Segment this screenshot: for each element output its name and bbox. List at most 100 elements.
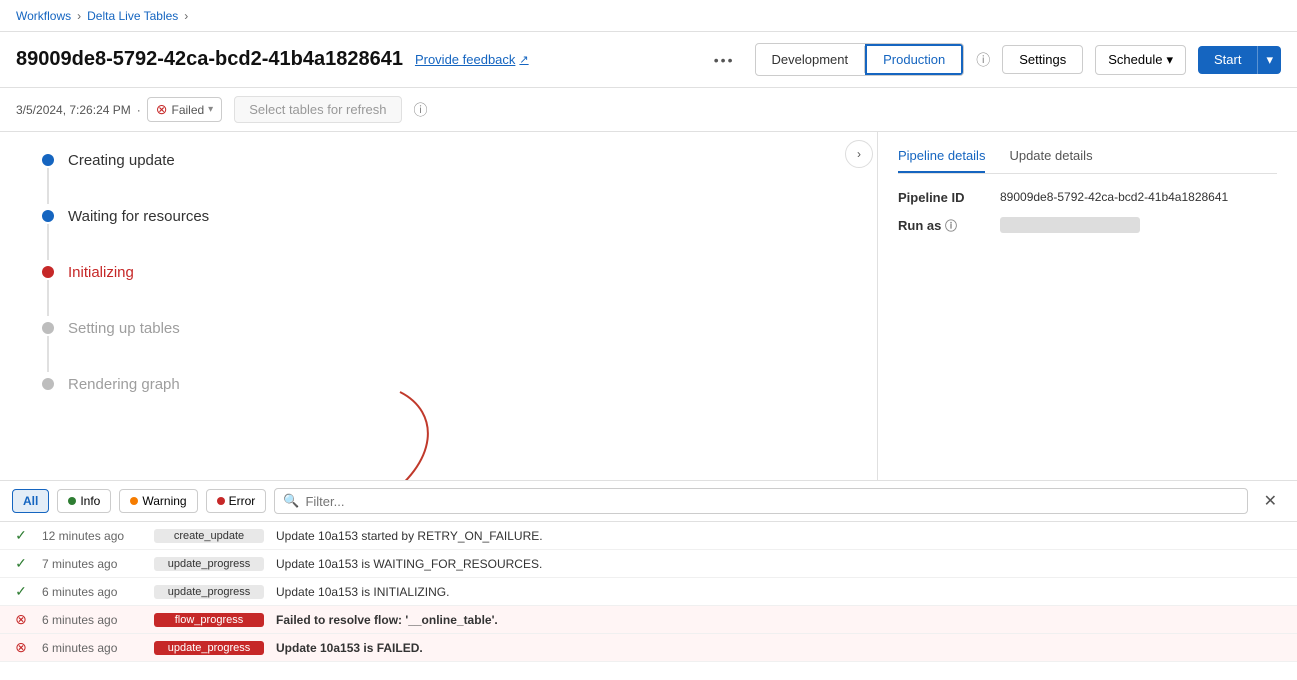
environment-toggle: Development Production [755,43,965,76]
step-connector [40,152,56,204]
run-toolbar: 3/5/2024, 7:26:24 PM · ⊗ Failed ▾ Select… [0,88,1297,132]
error-icon: ⊗ [12,611,30,628]
run-as-row: Run as ⓘ [898,217,1277,234]
step-connector [40,264,56,316]
log-tag: update_progress [154,557,264,571]
step-dot [42,322,54,334]
warning-dot-icon [130,497,138,505]
top-nav-bar: Workflows › Delta Live Tables › [0,0,1297,32]
breadcrumb-workflows[interactable]: Workflows [16,9,71,23]
filter-input-wrap: 🔍 [274,488,1247,514]
select-tables-button[interactable]: Select tables for refresh [234,96,401,123]
schedule-label: Schedule [1108,52,1162,67]
start-caret-icon[interactable]: ▾ [1257,46,1281,74]
step-dot [42,154,54,166]
collapse-panel-button[interactable]: › [845,140,873,168]
log-message: Update 10a153 is WAITING_FOR_RESOURCES. [276,557,1285,571]
environment-info-icon[interactable]: ⓘ [976,50,990,70]
step-dot [42,210,54,222]
log-tag: create_update [154,529,264,543]
settings-button[interactable]: Settings [1002,45,1083,74]
log-message: Update 10a153 is FAILED. [276,641,1285,655]
step-connector [40,320,56,372]
log-time: 7 minutes ago [42,557,142,571]
step-label: Creating update [68,152,175,169]
more-options-button[interactable]: ••• [706,48,743,72]
step-label: Initializing [68,264,134,281]
feedback-label: Provide feedback [415,52,515,67]
pipeline-step: Creating update [40,152,837,204]
log-tag: flow_progress [154,613,264,627]
log-tag: update_progress [154,641,264,655]
select-tables-label: Select tables for refresh [249,102,386,117]
pipeline-step: Initializing [40,264,837,316]
log-rows: ✓ 12 minutes ago create_update Update 10… [0,522,1297,680]
filter-all-label: All [23,494,38,508]
start-button-group[interactable]: Start ▾ [1198,46,1281,74]
start-label: Start [1198,46,1257,73]
failed-status-badge[interactable]: ⊗ Failed ▾ [147,97,222,122]
schedule-chevron-icon: ▾ [1166,52,1173,68]
log-tag: update_progress [154,585,264,599]
step-connector [40,376,56,390]
step-label: Rendering graph [68,376,180,393]
filter-error-button[interactable]: Error [206,489,267,513]
tab-update-details[interactable]: Update details [1009,148,1092,173]
log-area: All Info Warning Error 🔍 ✕ ✓ 12 minutes … [0,480,1297,680]
pipeline-id-title: 89009de8-5792-42ca-bcd2-41b4a1828641 [16,48,403,71]
filter-info-label: Info [80,494,100,508]
breadcrumb-delta-live[interactable]: Delta Live Tables [87,9,178,23]
log-row: ✓ 12 minutes ago create_update Update 10… [0,522,1297,550]
filter-all-button[interactable]: All [12,489,49,513]
step-label: Waiting for resources [68,208,209,225]
pipeline-step: Rendering graph [40,376,837,393]
log-time: 6 minutes ago [42,585,142,599]
panel-tabs: Pipeline details Update details [898,148,1277,174]
error-icon: ⊗ [12,639,30,656]
breadcrumb-sep1: › [77,9,81,23]
schedule-button[interactable]: Schedule ▾ [1095,45,1186,75]
page-header: 89009de8-5792-42ca-bcd2-41b4a1828641 Pro… [0,32,1297,88]
failed-chevron-icon: ▾ [208,104,213,115]
pipeline-id-row: Pipeline ID 89009de8-5792-42ca-bcd2-41b4… [898,190,1277,205]
tab-pipeline-details[interactable]: Pipeline details [898,148,985,173]
pipeline-id-label: Pipeline ID [898,190,988,205]
filter-warning-button[interactable]: Warning [119,489,197,513]
development-button[interactable]: Development [756,46,866,73]
log-row: ⊗ 6 minutes ago update_progress Update 1… [0,634,1297,662]
run-as-info-icon[interactable]: ⓘ [945,219,957,233]
log-time: 6 minutes ago [42,613,142,627]
external-link-icon: ↗ [519,53,528,66]
pipeline-step: Setting up tables [40,320,837,372]
step-connector-line [47,280,49,316]
select-tables-info-icon[interactable]: ⓘ [414,100,428,120]
step-connector-line [47,336,49,372]
step-connector-line [47,224,49,260]
info-dot-icon [68,497,76,505]
log-row: ✓ 6 minutes ago update_progress Update 1… [0,578,1297,606]
step-dot [42,378,54,390]
close-log-button[interactable]: ✕ [1256,487,1285,515]
run-date: 3/5/2024, 7:26:24 PM [16,103,131,117]
production-button[interactable]: Production [865,44,963,75]
failed-dot-icon: ⊗ [156,101,168,118]
log-row: ✓ 7 minutes ago update_progress Update 1… [0,550,1297,578]
log-message: Update 10a153 is INITIALIZING. [276,585,1285,599]
filter-info-button[interactable]: Info [57,489,111,513]
feedback-link[interactable]: Provide feedback ↗ [415,52,529,67]
run-separator: · [137,103,141,117]
log-time: 12 minutes ago [42,529,142,543]
log-message: Update 10a153 started by RETRY_ON_FAILUR… [276,529,1285,543]
log-time: 6 minutes ago [42,641,142,655]
right-panel: Pipeline details Update details Pipeline… [877,132,1297,480]
log-toolbar: All Info Warning Error 🔍 ✕ [0,481,1297,522]
filter-input[interactable] [305,494,1238,509]
main-content: › Creating update Waiting for resources … [0,132,1297,480]
step-connector-line [47,168,49,204]
failed-label: Failed [171,103,204,117]
pipeline-steps-panel: › Creating update Waiting for resources … [0,132,877,480]
success-icon: ✓ [12,527,30,544]
search-icon: 🔍 [283,493,299,509]
success-icon: ✓ [12,555,30,572]
breadcrumb-sep2: › [184,9,188,23]
